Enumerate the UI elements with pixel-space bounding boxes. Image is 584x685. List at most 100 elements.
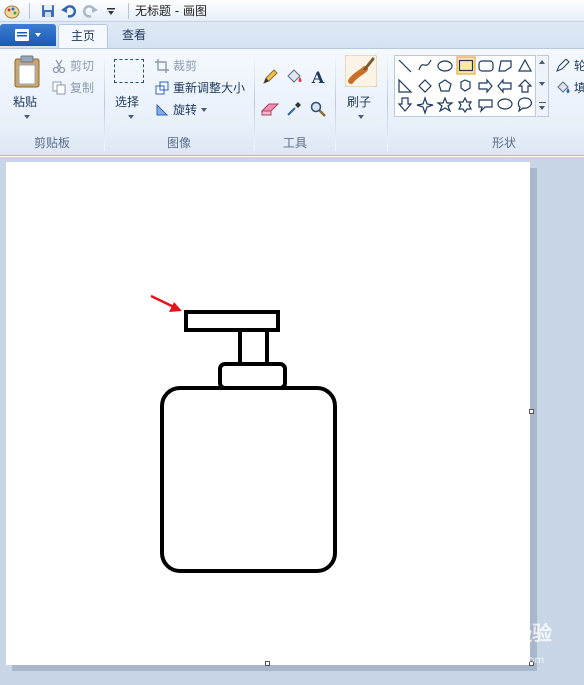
pump-head-rectangle: [184, 310, 280, 332]
tab-view[interactable]: 查看: [110, 24, 158, 48]
right-triangle-shape-icon: [398, 78, 413, 93]
six-point-star-icon: [457, 96, 473, 114]
customize-qat-icon[interactable]: [102, 2, 120, 20]
image-group-label: 图像: [166, 136, 191, 150]
crop-label: 裁剪: [173, 59, 198, 73]
paste-dropdown-icon[interactable]: [24, 115, 30, 119]
magnifier-icon[interactable]: [308, 99, 328, 119]
cut-label: 剪切: [70, 59, 95, 73]
gallery-expand-arrow-icon: [539, 106, 545, 110]
fill-button[interactable]: 填: [556, 79, 584, 96]
eraser-icon[interactable]: [260, 99, 280, 119]
save-icon[interactable]: [39, 2, 57, 20]
pencil-icon[interactable]: [260, 67, 280, 87]
paste-button[interactable]: [12, 55, 42, 92]
crop-button[interactable]: 裁剪: [155, 57, 197, 74]
triangle-shape-icon: [517, 58, 533, 72]
rotate-dropdown-icon: [201, 107, 208, 112]
rotate-label: 旋转: [173, 103, 198, 117]
copy-button[interactable]: 复制: [52, 79, 94, 96]
oval-callout-icon: [497, 98, 513, 110]
bottle-body-rectangle: [160, 386, 337, 573]
canvas-resize-handle-right[interactable]: [529, 409, 534, 414]
red-arrow-icon: [150, 294, 182, 312]
crop-icon: [155, 58, 169, 73]
file-menu-icon: [15, 29, 29, 41]
redo-icon[interactable]: [81, 2, 99, 20]
tools-group: A 工具: [255, 49, 335, 155]
polygon-shape-icon: [498, 60, 512, 72]
outline-button[interactable]: 轮: [556, 57, 584, 74]
fill-label: 填: [574, 81, 584, 95]
text-icon[interactable]: A: [308, 67, 328, 87]
pump-stem-rectangle: [238, 328, 269, 366]
window-title: 无标题 - 画图: [135, 4, 207, 18]
ribbon: 粘贴 剪切 复制 剪贴板 选择 裁剪 重新调整大小 旋转 图像 A 工具 刷子 …: [0, 48, 584, 156]
bottle-cap-rectangle: [218, 362, 287, 390]
copy-icon: [52, 81, 66, 94]
shapes-gallery-scrollbar[interactable]: [537, 55, 549, 117]
scissors-icon: [52, 59, 66, 73]
scroll-down-icon[interactable]: [539, 82, 545, 86]
clipboard-group-label: 剪贴板: [33, 136, 70, 150]
chevron-down-icon: [35, 33, 41, 37]
resize-button[interactable]: 重新调整大小: [155, 79, 245, 96]
copy-label: 复制: [70, 81, 95, 95]
outline-label: 轮: [574, 59, 584, 73]
watermark-logo: Baidu经验: [448, 621, 553, 645]
cut-button[interactable]: 剪切: [52, 57, 94, 74]
select-dropdown-icon[interactable]: [128, 115, 134, 119]
resize-icon: [155, 81, 169, 94]
ribbon-tab-row: 主页 查看: [0, 22, 584, 48]
title-separator: [128, 2, 129, 19]
gallery-expand-icon[interactable]: [539, 102, 546, 103]
paint-app-icon[interactable]: [3, 2, 21, 20]
drawing-content: [150, 294, 337, 573]
canvas-workspace: [0, 157, 584, 685]
brush-label: 刷子: [347, 95, 372, 109]
outline-icon: [556, 58, 570, 72]
fill-bucket-icon[interactable]: [284, 67, 304, 87]
paste-label: 粘贴: [13, 95, 38, 109]
tab-home[interactable]: 主页: [58, 24, 109, 48]
rounded-callout-icon: [478, 99, 493, 113]
brush-dropdown-icon[interactable]: [358, 115, 364, 119]
diamond-shape-icon: [418, 79, 432, 93]
undo-icon[interactable]: [60, 2, 78, 20]
left-arrow-shape-icon: [497, 78, 512, 94]
shapes-gallery: [394, 55, 536, 117]
file-menu-button[interactable]: [0, 24, 56, 46]
oval-shape-icon: [437, 60, 453, 72]
rotate-button[interactable]: 旋转: [155, 101, 208, 118]
image-group: 选择 裁剪 重新调整大小 旋转 图像: [105, 49, 253, 155]
shapes-group-label: 形状: [491, 136, 516, 150]
select-icon[interactable]: [114, 59, 144, 83]
down-arrow-shape-icon: [397, 97, 413, 112]
brush-icon: [344, 54, 378, 88]
watermark-url: jingyan.baidu.com: [452, 655, 545, 666]
scroll-up-icon[interactable]: [539, 60, 545, 64]
quick-access-toolbar: [0, 0, 135, 22]
rounded-rectangle-shape-icon: [478, 60, 494, 72]
rotate-icon: [156, 103, 169, 115]
clipboard-group: 粘贴 剪切 复制 剪贴板: [0, 49, 104, 155]
color-picker-icon[interactable]: [284, 99, 304, 119]
canvas-resize-handle-bottom[interactable]: [265, 661, 270, 666]
qat-separator: [29, 2, 30, 19]
brush-button[interactable]: [344, 54, 378, 90]
cloud-callout-icon: [517, 97, 532, 113]
brushes-group: 刷子: [336, 49, 386, 155]
curve-shape-icon: [418, 59, 432, 71]
tools-group-label: 工具: [282, 136, 307, 150]
shapes-gallery-icons: [397, 56, 533, 115]
up-arrow-shape-icon: [517, 79, 533, 93]
four-point-star-icon: [416, 96, 434, 115]
resize-label: 重新调整大小: [173, 81, 246, 95]
pentagon-shape-icon: [438, 79, 452, 92]
hexagon-shape-icon: [460, 79, 471, 92]
fill-icon: [557, 80, 570, 93]
drawing-canvas[interactable]: [6, 162, 530, 665]
paste-icon: [14, 55, 40, 88]
select-label: 选择: [115, 95, 140, 109]
right-arrow-shape-icon: [478, 78, 493, 94]
